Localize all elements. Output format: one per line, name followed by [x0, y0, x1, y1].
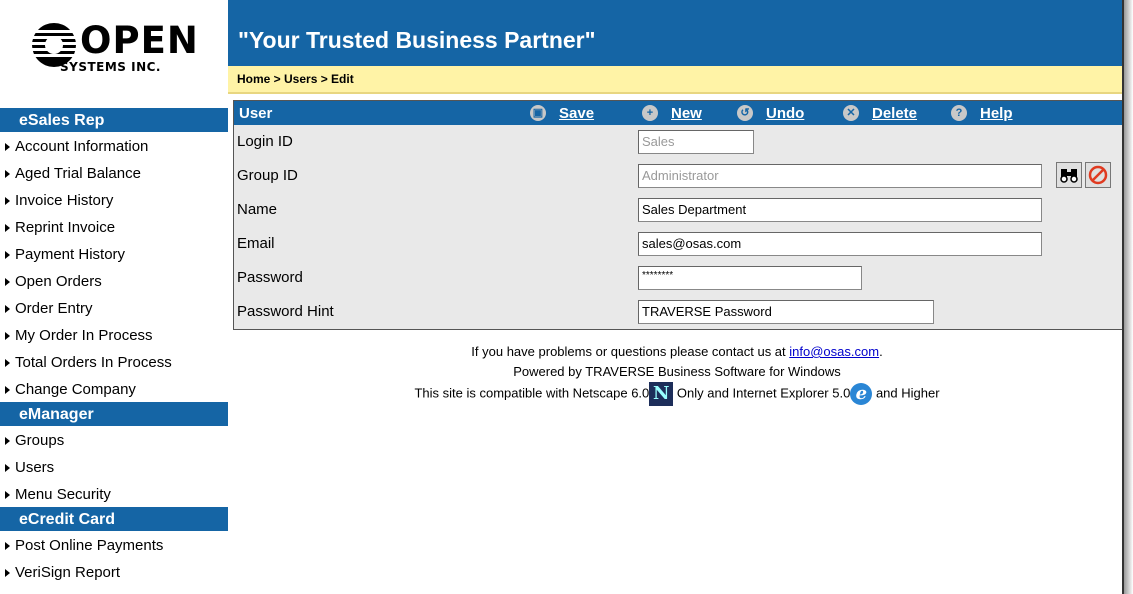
tagline: "Your Trusted Business Partner"	[238, 27, 596, 53]
arrow-right-icon	[5, 197, 10, 205]
login-id-field[interactable]: Sales	[638, 130, 754, 154]
arrow-right-icon	[5, 491, 10, 499]
sidebar-item-users[interactable]: Users	[0, 453, 228, 480]
undo-icon[interactable]: ↺	[737, 105, 753, 121]
sidebar-item-invoice-history[interactable]: Invoice History	[0, 186, 228, 213]
logo-subtitle: SYSTEMS INC.	[60, 60, 161, 74]
sidebar-item-aged-trial-balance[interactable]: Aged Trial Balance	[0, 159, 228, 186]
binoculars-icon	[1060, 169, 1078, 183]
arrow-right-icon	[5, 386, 10, 394]
sidebar-item-reprint-invoice[interactable]: Reprint Invoice	[0, 213, 228, 240]
help-button[interactable]: Help	[980, 105, 1013, 122]
form-title: User	[239, 105, 273, 122]
arrow-right-icon	[5, 278, 10, 286]
delete-icon[interactable]: ✕	[843, 105, 859, 121]
sidebar-item-total-orders-in-process[interactable]: Total Orders In Process	[0, 348, 228, 375]
help-icon[interactable]: ?	[951, 105, 967, 121]
sidebar-item-menu-security[interactable]: Menu Security	[0, 480, 228, 507]
sidebar-section-ecredit-card: eCredit Card	[0, 507, 228, 531]
arrow-right-icon	[5, 305, 10, 313]
sidebar-item-change-company[interactable]: Change Company	[0, 375, 228, 402]
new-button[interactable]: New	[671, 105, 702, 122]
netscape-icon: N	[649, 382, 674, 406]
compatibility-line: This site is compatible with Netscape 6.…	[414, 382, 940, 406]
new-icon[interactable]: +	[642, 105, 658, 121]
save-icon[interactable]: ▣	[530, 105, 546, 121]
arrow-right-icon	[5, 569, 10, 577]
form-row-name: Name Sales Department	[234, 193, 1122, 227]
arrow-right-icon	[5, 332, 10, 340]
arrow-right-icon	[5, 170, 10, 178]
arrow-right-icon	[5, 464, 10, 472]
email-field[interactable]: sales@osas.com	[638, 232, 1042, 256]
sidebar-item-post-online-payments[interactable]: Post Online Payments	[0, 531, 228, 558]
sidebar: eSales Rep Account Information Aged Tria…	[0, 108, 228, 585]
form-row-group-id: Group ID Administrator	[234, 159, 1122, 193]
internet-explorer-icon: e	[850, 383, 873, 405]
form-row-email: Email sales@osas.com	[234, 227, 1122, 261]
arrow-right-icon	[5, 251, 10, 259]
form-toolbar: User ▣ Save + New ↺ Undo ✕ Delete ? Help	[234, 101, 1122, 125]
arrow-right-icon	[5, 143, 10, 151]
save-button[interactable]: Save	[559, 105, 594, 122]
sidebar-section-emanager: eManager	[0, 402, 228, 426]
lookup-button[interactable]	[1056, 162, 1082, 188]
logo-wordmark: OPEN	[80, 19, 199, 62]
contact-line: If you have problems or questions please…	[471, 344, 883, 359]
breadcrumb[interactable]: Home > Users > Edit	[237, 72, 354, 86]
password-hint-field[interactable]: TRAVERSE Password	[638, 300, 934, 324]
sidebar-item-verisign-report[interactable]: VeriSign Report	[0, 558, 228, 585]
arrow-right-icon	[5, 359, 10, 367]
arrow-right-icon	[5, 437, 10, 445]
window-shadow	[1124, 0, 1133, 594]
email-label: Email	[237, 235, 275, 252]
password-field[interactable]: ********	[638, 266, 862, 290]
sidebar-item-order-entry[interactable]: Order Entry	[0, 294, 228, 321]
clear-button[interactable]	[1085, 162, 1111, 188]
login-id-label: Login ID	[237, 133, 293, 150]
form-row-password-hint: Password Hint TRAVERSE Password	[234, 295, 1122, 329]
sidebar-item-payment-history[interactable]: Payment History	[0, 240, 228, 267]
arrow-right-icon	[5, 224, 10, 232]
breadcrumb-bar: Home > Users > Edit	[228, 66, 1122, 94]
sidebar-section-esales-rep: eSales Rep	[0, 108, 228, 132]
arrow-right-icon	[5, 542, 10, 550]
powered-by-line: Powered by TRAVERSE Business Software fo…	[513, 364, 841, 379]
sidebar-item-groups[interactable]: Groups	[0, 426, 228, 453]
group-id-label: Group ID	[237, 167, 298, 184]
delete-button[interactable]: Delete	[872, 105, 917, 122]
name-field[interactable]: Sales Department	[638, 198, 1042, 222]
group-id-field[interactable]: Administrator	[638, 164, 1042, 188]
contact-email-link[interactable]: info@osas.com	[789, 344, 879, 359]
form-row-login-id: Login ID Sales	[234, 125, 1122, 159]
name-label: Name	[237, 201, 278, 218]
sidebar-item-my-order-in-process[interactable]: My Order In Process	[0, 321, 228, 348]
prohibited-icon	[1088, 165, 1108, 185]
header-bar: "Your Trusted Business Partner"	[228, 0, 1122, 66]
sidebar-item-open-orders[interactable]: Open Orders	[0, 267, 228, 294]
company-logo: OPEN SYSTEMS INC.	[0, 0, 228, 98]
password-hint-label: Password Hint	[237, 303, 334, 320]
form-row-password: Password ********	[234, 261, 1122, 295]
password-label: Password	[237, 269, 303, 286]
sidebar-item-account-information[interactable]: Account Information	[0, 132, 228, 159]
user-edit-form: User ▣ Save + New ↺ Undo ✕ Delete ? Help…	[233, 100, 1123, 330]
undo-button[interactable]: Undo	[766, 105, 804, 122]
